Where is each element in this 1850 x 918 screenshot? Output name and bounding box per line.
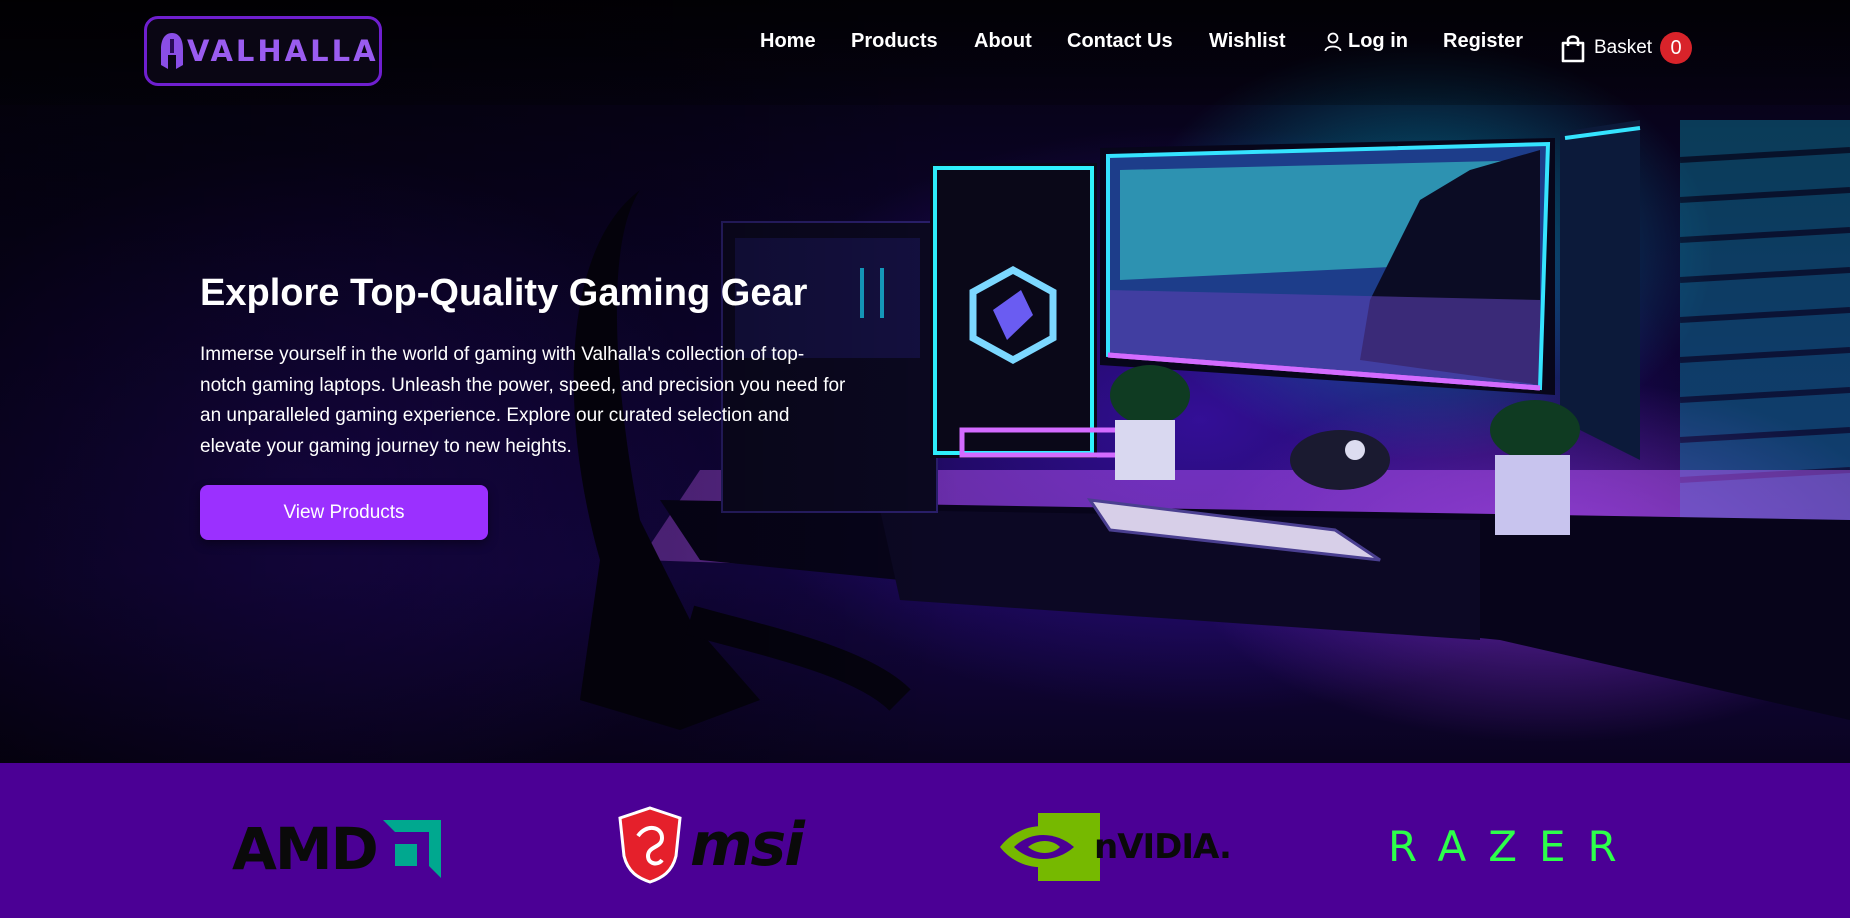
basket-label: Basket (1594, 37, 1653, 58)
nvidia-logo: nVIDIA. (1000, 813, 1232, 881)
nvidia-eye-icon (1000, 813, 1100, 881)
nav-login[interactable]: Log in (1324, 30, 1408, 53)
razer-wordmark: RAZER (1388, 822, 1639, 871)
razer-logo: RAZER (1388, 822, 1639, 871)
spartan-helmet-icon (161, 33, 183, 69)
nav-register[interactable]: Register (1443, 30, 1523, 53)
msi-dragon-shield-icon (618, 806, 682, 884)
msi-wordmark: msi (690, 810, 805, 880)
user-icon (1324, 32, 1342, 51)
top-navbar: VALHALLA Home Products About Contact Us … (0, 0, 1850, 105)
view-products-button[interactable]: View Products (200, 485, 488, 540)
nav-wishlist[interactable]: Wishlist (1209, 30, 1286, 53)
hero-section: Explore Top-Quality Gaming Gear Immerse … (0, 0, 1850, 763)
nav-products[interactable]: Products (851, 30, 938, 53)
hero-description: Immerse yourself in the world of gaming … (200, 344, 846, 457)
msi-logo: msi (618, 806, 805, 884)
shopping-bag-icon (1561, 35, 1585, 63)
nvidia-wordmark: nVIDIA. (1094, 827, 1232, 867)
brand-logo[interactable]: VALHALLA (144, 16, 382, 86)
nav-about[interactable]: About (974, 30, 1032, 53)
basket-count-badge: 0 (1660, 32, 1693, 64)
basket-button[interactable]: Basket 0 (1560, 32, 1693, 64)
hero-title: Explore Top-Quality Gaming Gear (200, 272, 808, 314)
nav-login-label: Log in (1348, 30, 1408, 52)
amd-wordmark: AMD (232, 815, 379, 883)
nav-home[interactable]: Home (760, 30, 816, 53)
amd-logo: AMD (232, 815, 441, 883)
nav-contact-us[interactable]: Contact Us (1067, 30, 1173, 53)
brand-name: VALHALLA (187, 34, 379, 68)
amd-arrow-icon (382, 820, 441, 878)
